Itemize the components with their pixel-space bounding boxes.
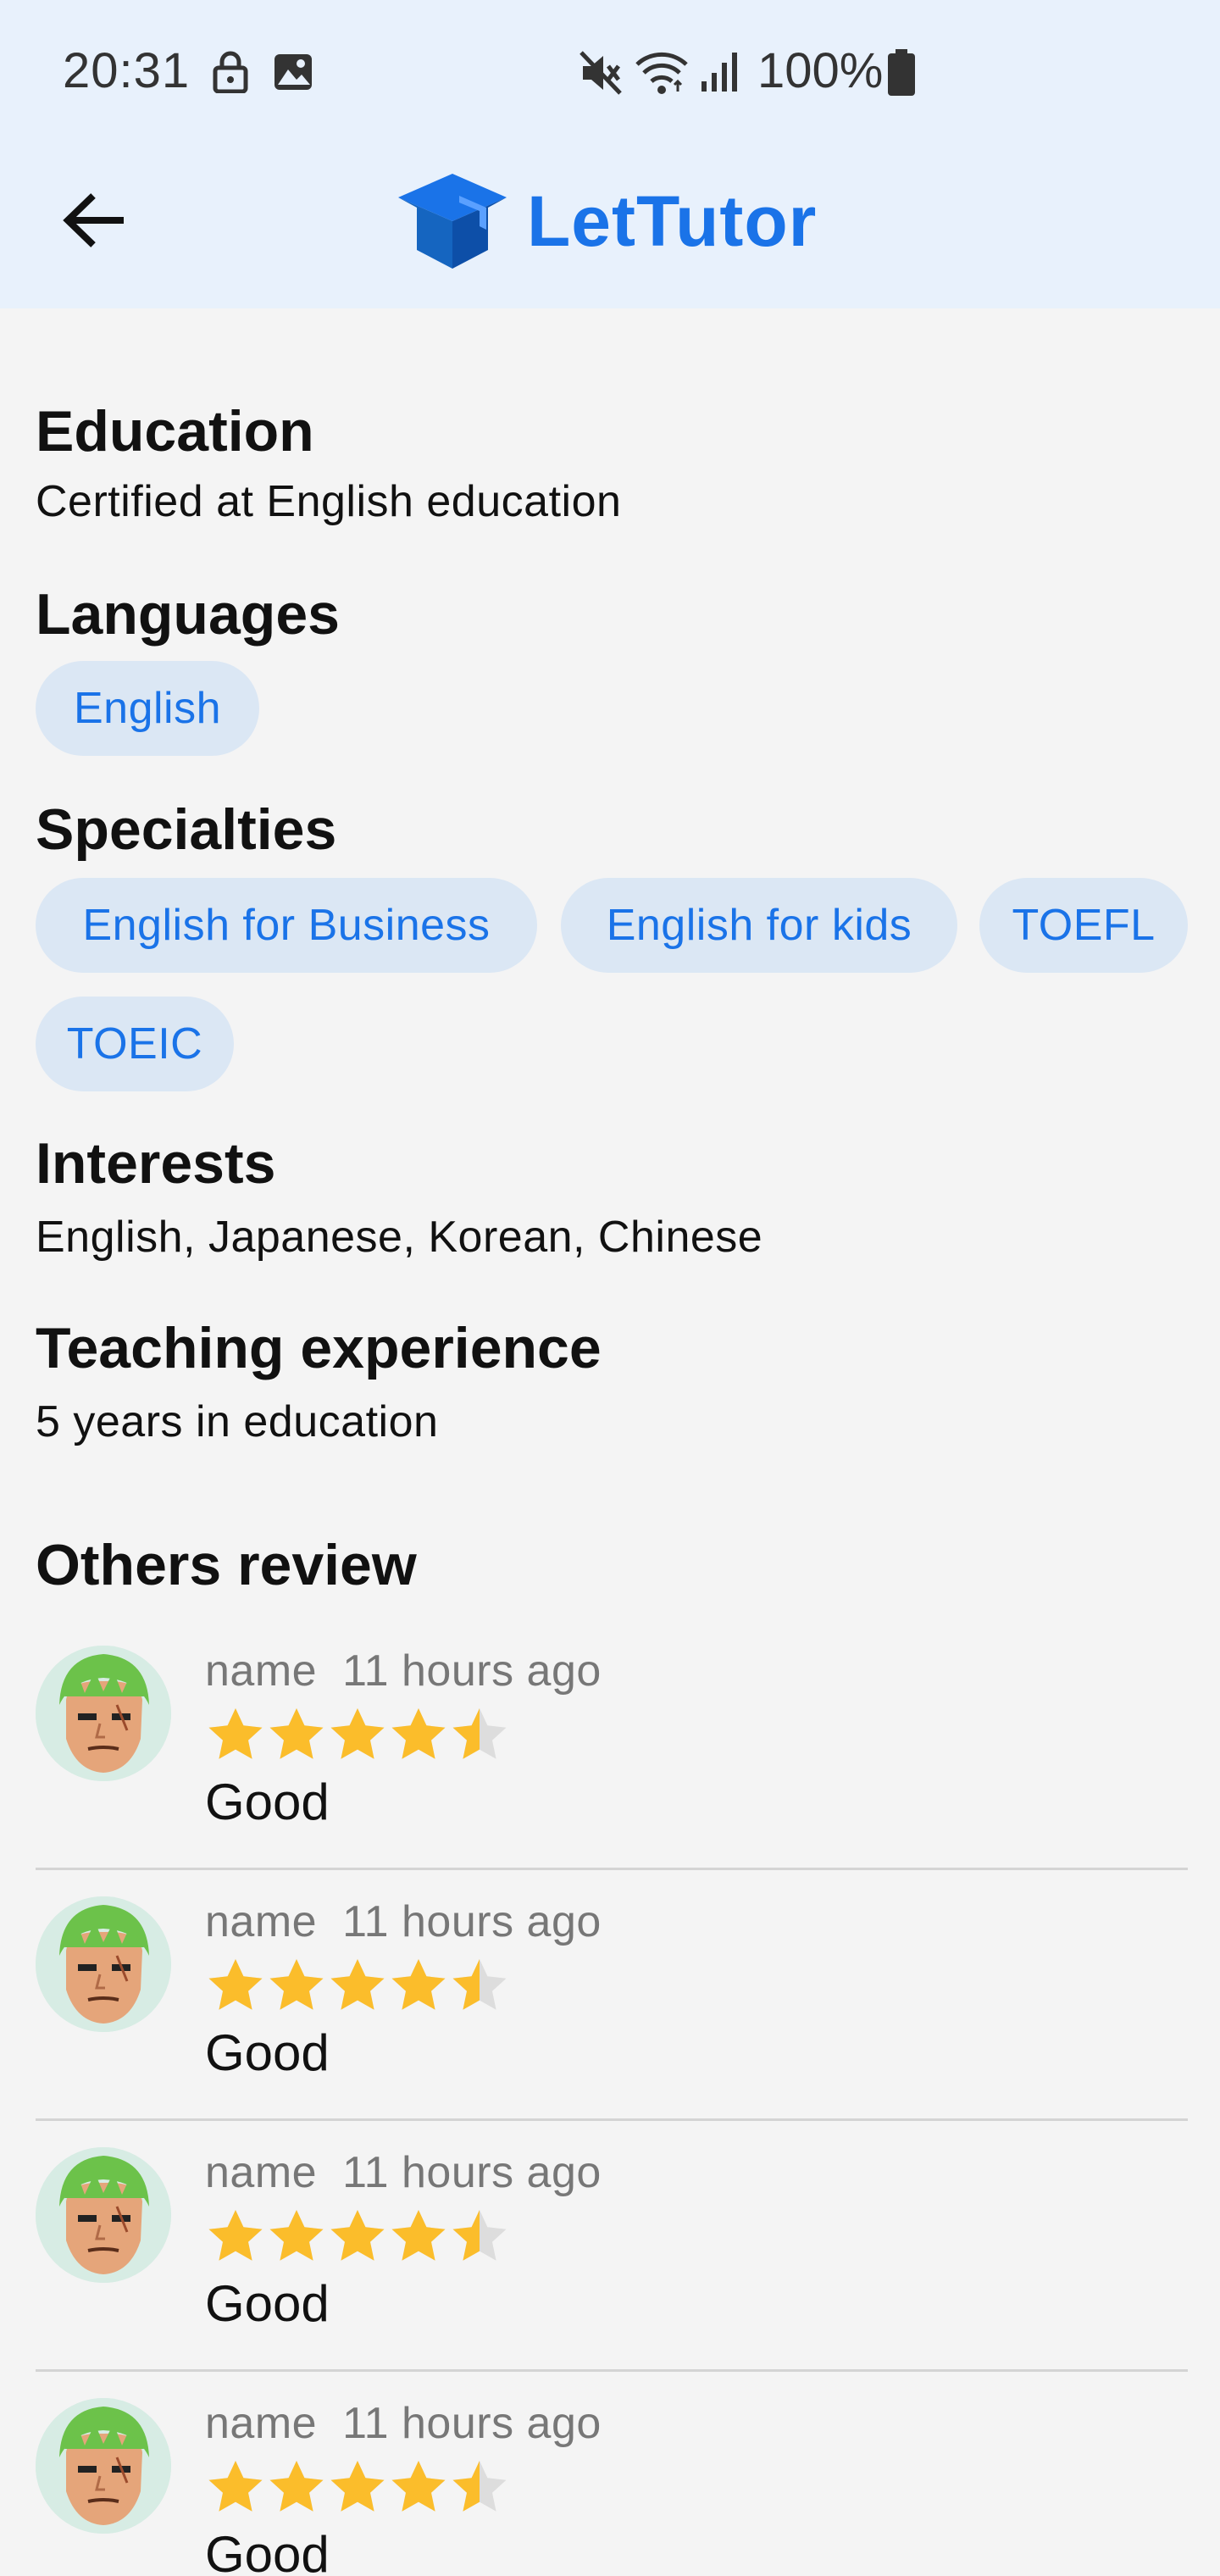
review-meta: name 11 hours ago	[205, 2398, 602, 2449]
avatar[interactable]	[36, 1896, 171, 2032]
avatar[interactable]	[36, 2398, 171, 2534]
reviewer-name: name	[205, 2148, 318, 2197]
education-text: Certified at English education	[36, 477, 622, 526]
review-comment: Good	[205, 1774, 330, 1830]
experience-text: 5 years in education	[36, 1397, 439, 1446]
review-time: 11 hours ago	[342, 1646, 602, 1696]
reviews-title: Others review	[36, 1533, 417, 1597]
graduation-cap-icon	[398, 174, 507, 269]
review-time: 11 hours ago	[342, 2148, 602, 2197]
language-chip[interactable]: English	[36, 661, 259, 756]
review-comment: Good	[205, 2024, 330, 2081]
rating-stars	[205, 1956, 510, 2017]
star-icon	[208, 2461, 263, 2512]
review-comment: Good	[205, 2275, 330, 2332]
status-bar: 20:31 100%	[0, 0, 1220, 146]
star-icon	[391, 1708, 446, 1759]
star-icon	[452, 1708, 507, 1759]
star-icon	[452, 2210, 507, 2261]
image-icon	[274, 54, 312, 90]
star-icon	[269, 2210, 324, 2261]
star-icon	[330, 1708, 385, 1759]
star-icon	[391, 2210, 446, 2261]
specialty-chip[interactable]: TOEIC	[36, 997, 234, 1091]
avatar-image	[36, 2147, 171, 2283]
header-area: 20:31 100% LetTutor	[0, 0, 1220, 308]
interests-text: English, Japanese, Korean, Chinese	[36, 1213, 763, 1262]
review-divider	[36, 2369, 1188, 2372]
specialty-chip[interactable]: TOEFL	[979, 878, 1188, 973]
status-time: 20:31	[63, 43, 191, 98]
mute-icon	[580, 51, 622, 95]
arrow-left-icon	[63, 193, 124, 247]
avatar-image	[36, 1896, 171, 2032]
review-item: name 11 hours ago Good	[36, 2147, 1188, 2398]
signal-icon	[702, 53, 737, 92]
star-icon	[452, 2461, 507, 2512]
review-item: name 11 hours ago Good	[36, 1896, 1188, 2147]
education-title: Education	[36, 399, 314, 464]
reviewer-name: name	[205, 2399, 318, 2448]
back-button[interactable]	[53, 178, 137, 263]
review-time: 11 hours ago	[342, 1897, 602, 1946]
review-comment: Good	[205, 2526, 330, 2576]
avatar-image	[36, 1646, 171, 1781]
avatar[interactable]	[36, 1646, 171, 1781]
app-logo: LetTutor	[395, 166, 817, 276]
rating-stars	[205, 2457, 510, 2518]
logo-text: LetTutor	[527, 180, 818, 261]
star-icon	[208, 1708, 263, 1759]
rating-stars	[205, 1705, 510, 1766]
avatar[interactable]	[36, 2147, 171, 2283]
languages-title: Languages	[36, 582, 340, 647]
star-icon	[330, 1959, 385, 2010]
star-icon	[208, 2210, 263, 2261]
star-icon	[269, 1708, 324, 1759]
reviewer-name: name	[205, 1897, 318, 1946]
experience-title: Teaching experience	[36, 1316, 602, 1380]
avatar-image	[36, 2398, 171, 2534]
review-item: name 11 hours ago Good	[36, 2398, 1188, 2576]
star-icon	[208, 1959, 263, 2010]
star-icon	[391, 1959, 446, 2010]
star-icon	[330, 2210, 385, 2261]
battery-icon	[888, 49, 915, 96]
review-meta: name 11 hours ago	[205, 2147, 602, 2198]
review-divider	[36, 2118, 1188, 2121]
review-item: name 11 hours ago Good	[36, 1646, 1188, 1896]
star-icon	[269, 1959, 324, 2010]
interests-title: Interests	[36, 1131, 276, 1196]
rating-stars	[205, 2207, 510, 2268]
specialty-chip[interactable]: English for Business	[36, 878, 537, 973]
review-divider	[36, 1868, 1188, 1870]
reviewer-name: name	[205, 1646, 318, 1696]
review-meta: name 11 hours ago	[205, 1646, 602, 1696]
star-icon	[269, 2461, 324, 2512]
specialty-chip[interactable]: English for kids	[561, 878, 957, 973]
app-bar: LetTutor	[0, 146, 1220, 308]
battery-percentage: 100%	[757, 43, 884, 98]
review-time: 11 hours ago	[342, 2399, 602, 2448]
review-meta: name 11 hours ago	[205, 1896, 602, 1947]
lock-icon	[213, 51, 248, 93]
specialties-title: Specialties	[36, 797, 337, 862]
star-icon	[330, 2461, 385, 2512]
star-icon	[391, 2461, 446, 2512]
wifi-icon	[635, 52, 688, 94]
star-icon	[452, 1959, 507, 2010]
